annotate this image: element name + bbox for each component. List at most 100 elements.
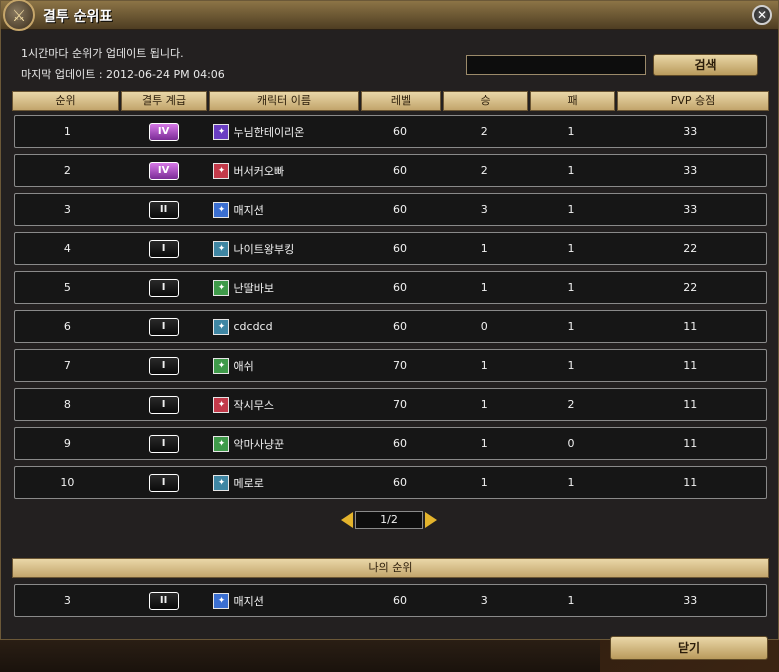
character-name-cell: ✦ 매지션 bbox=[207, 194, 359, 225]
table-row[interactable]: 3 II ✦ 매지션 60 3 1 33 bbox=[14, 193, 767, 226]
last-update-text: 마지막 업데이트 : 2012-06-24 PM 04:06 bbox=[21, 68, 225, 81]
character-name-cell: ✦ 작시무스 bbox=[207, 389, 359, 420]
close-icon[interactable]: ✕ bbox=[752, 5, 772, 25]
character-name-cell: ✦ 버서커오빠 bbox=[207, 155, 359, 186]
win-cell: 1 bbox=[480, 281, 488, 294]
pvp-points-cell: 33 bbox=[683, 164, 698, 177]
grade-cell: IV bbox=[120, 116, 208, 147]
lose-cell: 2 bbox=[567, 398, 575, 411]
win-cell: 1 bbox=[480, 476, 488, 489]
class-icon: ✦ bbox=[213, 357, 230, 374]
rank-cell: 9 bbox=[63, 437, 71, 450]
duel-grade-icon: I bbox=[148, 434, 179, 453]
pvp-points-cell: 33 bbox=[683, 203, 698, 216]
prev-page-icon[interactable] bbox=[341, 512, 353, 528]
win-cell: 3 bbox=[480, 203, 488, 216]
lose-cell: 1 bbox=[567, 594, 575, 607]
character-name-cell: ✦ 악마사냥꾼 bbox=[207, 428, 359, 459]
header-pvp-points: PVP 승점 bbox=[617, 91, 769, 111]
level-cell: 60 bbox=[392, 242, 407, 255]
character-name: 악마사냥꾼 bbox=[233, 437, 285, 451]
grade-cell: I bbox=[120, 233, 208, 264]
pvp-points-cell: 11 bbox=[683, 476, 698, 489]
duel-grade-icon: I bbox=[148, 278, 179, 297]
character-name: 메로로 bbox=[233, 476, 264, 490]
duel-grade-icon: I bbox=[148, 356, 179, 375]
search-button[interactable]: 검색 bbox=[653, 54, 758, 76]
grade-cell: II bbox=[120, 194, 208, 225]
my-rank-row[interactable]: 3 II ✦ 매지션 60 3 1 33 bbox=[14, 584, 767, 617]
table-row[interactable]: 8 I ✦ 작시무스 70 1 2 11 bbox=[14, 388, 767, 421]
level-cell: 60 bbox=[392, 164, 407, 177]
table-row[interactable]: 6 I ✦ cdcdcd 60 0 1 11 bbox=[14, 310, 767, 343]
character-name-cell: ✦ 메로로 bbox=[207, 467, 359, 498]
table-row[interactable]: 2 IV ✦ 버서커오빠 60 2 1 33 bbox=[14, 154, 767, 187]
grade-cell: I bbox=[120, 389, 208, 420]
rank-cell: 1 bbox=[63, 125, 71, 138]
pvp-points-cell: 11 bbox=[683, 320, 698, 333]
table-row[interactable]: 1 IV ✦ 누님한테이리온 60 2 1 33 bbox=[14, 115, 767, 148]
win-cell: 2 bbox=[480, 125, 488, 138]
duel-grade-icon: I bbox=[148, 473, 179, 492]
class-icon: ✦ bbox=[213, 396, 230, 413]
character-name: 나이트왕부킹 bbox=[233, 242, 295, 256]
level-cell: 60 bbox=[392, 437, 407, 450]
character-name-cell: ✦ 나이트왕부킹 bbox=[207, 233, 359, 264]
pagination: 1/2 bbox=[341, 510, 437, 530]
grade-cell: IV bbox=[120, 155, 208, 186]
rank-cell: 7 bbox=[63, 359, 71, 372]
close-button[interactable]: 닫기 bbox=[610, 636, 768, 660]
ranking-table-header: 순위 결투 계급 캐릭터 이름 레벨 승 패 PVP 승점 bbox=[12, 91, 769, 111]
class-icon: ✦ bbox=[213, 240, 230, 257]
pvp-points-cell: 22 bbox=[683, 242, 698, 255]
grade-cell: I bbox=[120, 428, 208, 459]
character-name-cell: ✦ 누님한테이리온 bbox=[207, 116, 359, 147]
grade-cell: I bbox=[120, 350, 208, 381]
search-input[interactable] bbox=[466, 55, 646, 75]
header-rank: 순위 bbox=[12, 91, 119, 111]
grade-cell: II bbox=[120, 585, 208, 616]
rank-cell: 6 bbox=[63, 320, 71, 333]
table-row[interactable]: 9 I ✦ 악마사냥꾼 60 1 0 11 bbox=[14, 427, 767, 460]
win-cell: 1 bbox=[480, 437, 488, 450]
table-row[interactable]: 4 I ✦ 나이트왕부킹 60 1 1 22 bbox=[14, 232, 767, 265]
update-notice: 1시간마다 순위가 업데이트 됩니다. bbox=[21, 47, 184, 60]
character-name: 작시무스 bbox=[233, 398, 274, 412]
duel-grade-icon: IV bbox=[148, 122, 179, 141]
duel-emblem-icon: ⚔ bbox=[3, 0, 35, 31]
win-cell: 2 bbox=[480, 164, 488, 177]
character-name: 매지션 bbox=[233, 594, 264, 608]
character-name: 누님한테이리온 bbox=[233, 125, 305, 139]
class-icon: ✦ bbox=[213, 279, 230, 296]
character-name: 버서커오빠 bbox=[233, 164, 285, 178]
pvp-points-cell: 33 bbox=[683, 594, 698, 607]
win-cell: 1 bbox=[480, 359, 488, 372]
character-name: 매지션 bbox=[233, 203, 264, 217]
lose-cell: 1 bbox=[567, 125, 575, 138]
table-row[interactable]: 10 I ✦ 메로로 60 1 1 11 bbox=[14, 466, 767, 499]
class-icon: ✦ bbox=[213, 162, 230, 179]
class-icon: ✦ bbox=[213, 474, 230, 491]
character-name-cell: ✦ 애쉬 bbox=[207, 350, 359, 381]
header-level: 레벨 bbox=[361, 91, 441, 111]
lose-cell: 1 bbox=[567, 242, 575, 255]
title-bar[interactable]: ⚔ 결투 순위표 ✕ bbox=[1, 0, 778, 31]
next-page-icon[interactable] bbox=[425, 512, 437, 528]
class-icon: ✦ bbox=[213, 435, 230, 452]
table-row[interactable]: 5 I ✦ 난딸바보 60 1 1 22 bbox=[14, 271, 767, 304]
rank-cell: 5 bbox=[63, 281, 71, 294]
rank-cell: 3 bbox=[63, 594, 71, 607]
window-title: 결투 순위표 bbox=[43, 9, 113, 25]
level-cell: 60 bbox=[392, 476, 407, 489]
pvp-points-cell: 11 bbox=[683, 437, 698, 450]
level-cell: 60 bbox=[392, 125, 407, 138]
duel-grade-icon: I bbox=[148, 395, 179, 414]
level-cell: 70 bbox=[392, 398, 407, 411]
win-cell: 0 bbox=[480, 320, 488, 333]
lose-cell: 1 bbox=[567, 281, 575, 294]
pvp-points-cell: 33 bbox=[683, 125, 698, 138]
character-name-cell: ✦ 난딸바보 bbox=[207, 272, 359, 303]
lose-cell: 0 bbox=[567, 437, 575, 450]
game-skill-bar bbox=[0, 640, 600, 672]
table-row[interactable]: 7 I ✦ 애쉬 70 1 1 11 bbox=[14, 349, 767, 382]
